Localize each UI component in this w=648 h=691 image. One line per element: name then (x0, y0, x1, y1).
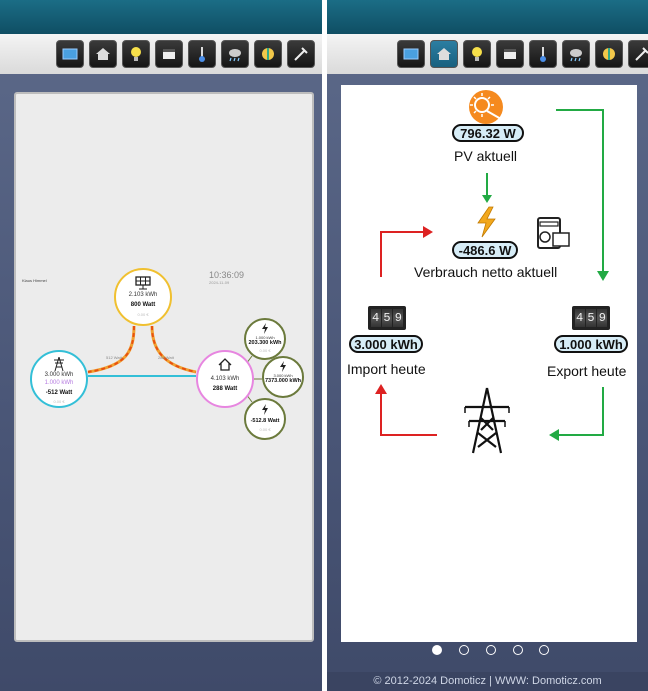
device3-cost: 0.00 € (259, 427, 271, 432)
export-value: 1.000 kWh (554, 335, 628, 353)
power-pylon-icon (464, 387, 510, 454)
device3-node[interactable]: -512.8 Watt 0.00 € (244, 398, 286, 440)
import-meter-icon: 459 (368, 306, 406, 330)
energy-flow-card: Klaus Himmel 10:36:09 2024-11-09 512 Wat… (14, 92, 314, 642)
toolbar (327, 34, 648, 74)
device3-value: -512.8 Watt (250, 418, 280, 424)
page-dot-3[interactable] (486, 645, 496, 655)
appliances-icon (537, 217, 570, 249)
setup-icon[interactable] (287, 40, 315, 68)
device1-node[interactable]: 1.000 kWh 203.300 kWh 0.00 € (244, 318, 286, 360)
consumption-lightning-icon (477, 206, 496, 238)
dashboard-icon[interactable] (56, 40, 84, 68)
device2-node[interactable]: 3.000 kWh 7373.000 kWh (262, 356, 304, 398)
device2-value: 7373.000 kWh (264, 378, 302, 384)
consumption-label: Verbrauch netto aktuell (414, 264, 558, 280)
utility-icon[interactable] (254, 40, 282, 68)
device1-value: 203.300 kWh (248, 340, 282, 346)
setup-icon[interactable] (628, 40, 648, 68)
grid-cost: 0.00 € (53, 399, 65, 404)
flow-home-label: 288 Watt (158, 355, 174, 360)
export-meter-icon: 459 (572, 306, 610, 330)
pv-label: PV aktuell (454, 148, 518, 164)
lightning-icon (280, 361, 286, 372)
solar-grid-flow (87, 325, 135, 373)
pv-value: 796.32 W (452, 124, 524, 142)
page-dot-5[interactable] (539, 645, 549, 655)
solar-cost: 0.00 € (137, 312, 149, 317)
flow-grid-label: 512 Watt (106, 355, 122, 360)
page-indicator (427, 643, 557, 657)
home-node[interactable]: 4.103 kWh 288 Watt (196, 350, 254, 408)
export-grid-arrow (556, 387, 604, 436)
pv-export-arrow (556, 109, 604, 275)
lightning-icon (262, 323, 268, 334)
scene-icon[interactable] (155, 40, 183, 68)
floorplan-icon[interactable] (430, 40, 458, 68)
import-value: 3.000 kWh (349, 335, 423, 353)
left-screen: Klaus Himmel 10:36:09 2024-11-09 512 Wat… (0, 0, 322, 691)
right-screen: 796.32 W PV aktuell -486.6 W Verbrauch n… (327, 0, 648, 691)
transmission-tower-icon (54, 357, 64, 371)
solar-home-line (150, 325, 197, 374)
utility-icon[interactable] (595, 40, 623, 68)
home-icon (218, 358, 232, 371)
light-icon[interactable] (463, 40, 491, 68)
dashboard-icon[interactable] (397, 40, 425, 68)
home-power: 288 Watt (212, 386, 238, 392)
solar-panel-icon (135, 276, 151, 290)
grid-import-arrow (380, 391, 437, 436)
import-label: Import heute (347, 361, 426, 377)
home-energy: 4.103 kWh (210, 376, 240, 382)
sun-icon (469, 90, 503, 124)
page-dot-2[interactable] (459, 645, 469, 655)
grid-import: 3.000 kWh (44, 372, 74, 378)
footer[interactable]: © 2012-2024 Domoticz | WWW: Domoticz.com (327, 672, 648, 691)
weather-icon[interactable] (221, 40, 249, 68)
temperature-icon[interactable] (529, 40, 557, 68)
grid-node[interactable]: 3.000 kWh 1.000 kWh -512 Watt 0.00 € (30, 350, 88, 408)
temperature-icon[interactable] (188, 40, 216, 68)
grid-export: 1.000 kWh (44, 380, 74, 386)
lightning-icon (262, 404, 268, 415)
toolbar (0, 34, 322, 74)
page-dot-4[interactable] (513, 645, 523, 655)
light-icon[interactable] (122, 40, 150, 68)
grid-power: -512 Watt (45, 390, 73, 396)
solar-power: 800 Watt (130, 302, 156, 308)
export-label: Export heute (547, 363, 627, 379)
energy-overview-card: 796.32 W PV aktuell -486.6 W Verbrauch n… (341, 85, 637, 642)
solar-energy: 2.103 kWh (128, 292, 158, 298)
solar-node[interactable]: 2.103 kWh 800 Watt 0.00 € (114, 268, 172, 326)
header-bar (327, 0, 648, 34)
page-dot-1[interactable] (432, 645, 442, 655)
scene-icon[interactable] (496, 40, 524, 68)
consumption-value: -486.6 W (452, 241, 518, 259)
floorplan-icon[interactable] (89, 40, 117, 68)
header-bar (0, 0, 322, 34)
device1-cost: 0.00 € (259, 348, 271, 353)
weather-icon[interactable] (562, 40, 590, 68)
